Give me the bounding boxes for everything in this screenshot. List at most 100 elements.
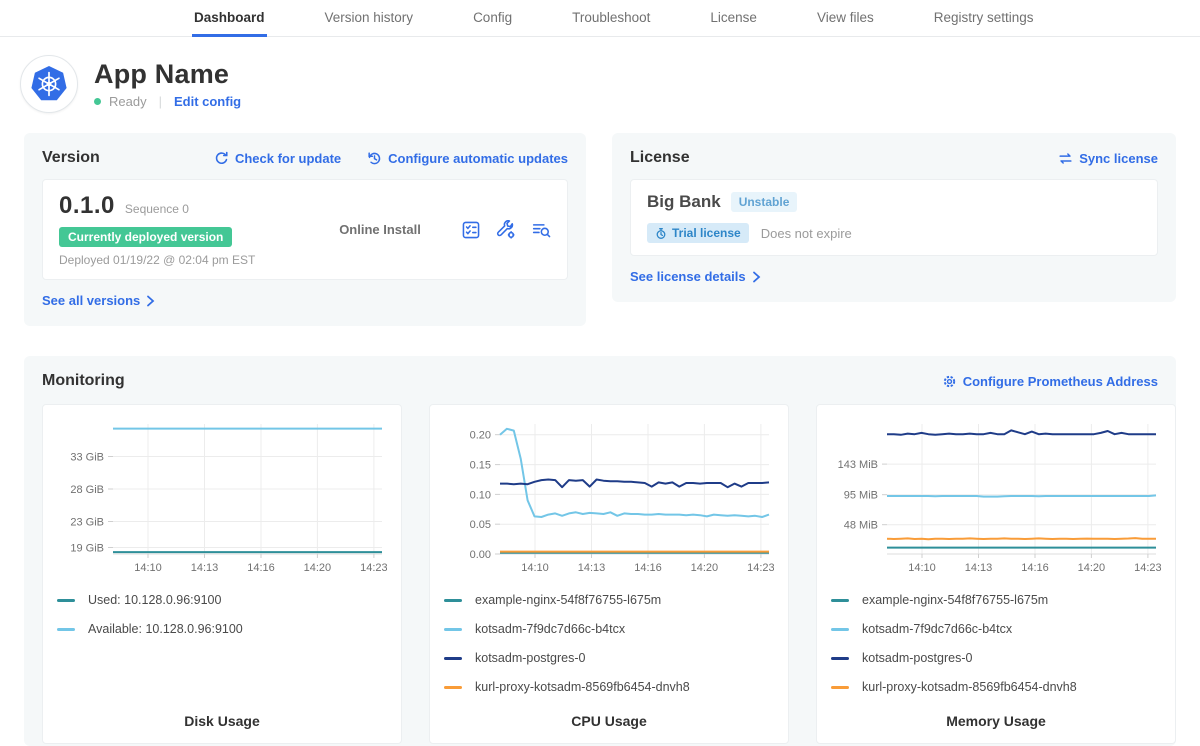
refresh-icon (214, 151, 229, 166)
tab-registry-settings[interactable]: Registry settings (932, 0, 1036, 37)
svg-text:33 GiB: 33 GiB (70, 452, 104, 464)
license-heading: License (630, 149, 690, 167)
svg-text:14:13: 14:13 (965, 562, 993, 574)
chart-card-cpu-usage: 0.200.150.100.050.0014:1014:1314:1614:20… (429, 404, 789, 744)
tab-version-history[interactable]: Version history (323, 0, 416, 37)
version-card: Version Check for update (24, 133, 586, 326)
chart-card-disk-usage: 33 GiB 28 GiB 23 GiB 19 GiB 14:10 14:13 14:16 1… (42, 404, 402, 744)
app-logo (20, 55, 78, 113)
deployed-badge: Currently deployed version (59, 227, 232, 247)
tab-troubleshoot[interactable]: Troubleshoot (570, 0, 652, 37)
status-dot (94, 98, 101, 105)
deployed-timestamp: Deployed 01/19/22 @ 02:04 pm EST (59, 253, 299, 267)
svg-text:14:20: 14:20 (304, 562, 332, 574)
sync-arrows-icon (1058, 151, 1073, 166)
svg-text:14:20: 14:20 (1078, 562, 1106, 574)
svg-text:19 GiB: 19 GiB (70, 543, 104, 555)
license-customer-name: Big Bank (647, 192, 721, 212)
chart-card-memory-usage: 143 MiB95 MiB48 MiB14:1014:1314:1614:201… (816, 404, 1176, 744)
install-type: Online Install (299, 222, 461, 237)
status-text: Ready (109, 94, 147, 109)
svg-text:28 GiB: 28 GiB (70, 484, 104, 496)
version-number: 0.1.0 (59, 192, 115, 220)
legend-label: kotsadm-postgres-0 (475, 651, 585, 665)
svg-text:14:16: 14:16 (1021, 562, 1049, 574)
legend-label: example-nginx-54f8f76755-l675m (862, 593, 1048, 607)
svg-text:0.20: 0.20 (470, 430, 491, 442)
svg-text:23 GiB: 23 GiB (70, 517, 104, 529)
svg-text:0.05: 0.05 (470, 519, 491, 531)
check-for-update-link[interactable]: Check for update (214, 151, 341, 166)
legend-item: kurl-proxy-kotsadm-8569fb6454-dnvh8 (444, 680, 774, 694)
monitoring-card: Monitoring Configure Prometheus Address … (24, 356, 1176, 746)
svg-text:14:13: 14:13 (191, 562, 219, 574)
version-heading: Version (42, 149, 100, 167)
charts-row: 33 GiB 28 GiB 23 GiB 19 GiB 14:10 14:13 14:16 1… (42, 404, 1158, 744)
legend-label: kurl-proxy-kotsadm-8569fb6454-dnvh8 (475, 680, 690, 694)
legend-item: Used: 10.128.0.96:9100 (57, 593, 387, 607)
legend-label: Available: 10.128.0.96:9100 (88, 622, 243, 636)
legend-item: kurl-proxy-kotsadm-8569fb6454-dnvh8 (831, 680, 1161, 694)
legend-item: example-nginx-54f8f76755-l675m (831, 593, 1161, 607)
svg-text:14:23: 14:23 (360, 562, 387, 574)
top-navigation: Dashboard Version history Config Troublesho… (0, 0, 1200, 37)
edit-config-link[interactable]: Edit config (174, 94, 241, 109)
tab-view-files[interactable]: View files (815, 0, 876, 37)
license-details-row: Big Bank Unstable Trial license Does not… (630, 179, 1158, 256)
tab-license[interactable]: License (708, 0, 759, 37)
svg-text:14:16: 14:16 (247, 562, 275, 574)
chart-legend: example-nginx-54f8f76755-l675m kotsadm-7f… (444, 593, 774, 709)
legend-label: kotsadm-7f9dc7d66c-b4tcx (862, 622, 1012, 636)
stopwatch-icon (655, 227, 667, 240)
legend-item: Available: 10.128.0.96:9100 (57, 622, 387, 636)
svg-text:0.10: 0.10 (470, 489, 491, 501)
sync-license-link[interactable]: Sync license (1058, 151, 1158, 166)
config-wrench-icon[interactable] (496, 220, 516, 240)
gear-icon (942, 374, 957, 389)
svg-text:143 MiB: 143 MiB (838, 459, 878, 471)
app-header: App Name Ready | Edit config (0, 37, 1200, 119)
legend-item: kotsadm-7f9dc7d66c-b4tcx (831, 622, 1161, 636)
tab-config[interactable]: Config (471, 0, 514, 37)
legend-swatch (831, 599, 849, 602)
divider: | (159, 94, 162, 109)
svg-text:0.15: 0.15 (470, 460, 491, 472)
tab-dashboard[interactable]: Dashboard (192, 0, 267, 37)
version-sequence: Sequence 0 (125, 202, 189, 216)
chart-legend: Used: 10.128.0.96:9100 Available: 10.128.… (57, 593, 387, 651)
clock-refresh-icon (367, 151, 382, 166)
see-license-details-link[interactable]: See license details (630, 269, 761, 284)
legend-label: kurl-proxy-kotsadm-8569fb6454-dnvh8 (862, 680, 1077, 694)
configure-automatic-updates-link[interactable]: Configure automatic updates (367, 151, 568, 166)
legend-label: kotsadm-postgres-0 (862, 651, 972, 665)
legend-swatch (831, 628, 849, 631)
preflight-checks-icon[interactable] (461, 220, 481, 240)
chart-title: Memory Usage (831, 713, 1161, 733)
configure-prometheus-link[interactable]: Configure Prometheus Address (942, 374, 1158, 389)
legend-label: kotsadm-7f9dc7d66c-b4tcx (475, 622, 625, 636)
legend-swatch (831, 686, 849, 689)
kubernetes-icon (29, 64, 69, 104)
svg-text:14:23: 14:23 (747, 562, 774, 574)
chart-plot: 143 MiB95 MiB48 MiB14:1014:1314:1614:201… (831, 417, 1161, 579)
legend-label: example-nginx-54f8f76755-l675m (475, 593, 661, 607)
legend-swatch (444, 657, 462, 660)
channel-badge: Unstable (731, 192, 798, 212)
legend-swatch (444, 599, 462, 602)
chart-plot: 33 GiB 28 GiB 23 GiB 19 GiB 14:10 14:13 14:16 1… (57, 417, 387, 579)
svg-text:14:13: 14:13 (578, 562, 606, 574)
svg-text:14:20: 14:20 (691, 562, 719, 574)
svg-text:14:23: 14:23 (1134, 562, 1161, 574)
monitoring-heading: Monitoring (42, 372, 125, 390)
legend-label: Used: 10.128.0.96:9100 (88, 593, 221, 607)
legend-swatch (444, 686, 462, 689)
legend-swatch (57, 628, 75, 631)
deploy-logs-icon[interactable] (531, 220, 551, 240)
chart-title: Disk Usage (57, 713, 387, 733)
chart-plot: 0.200.150.100.050.0014:1014:1314:1614:20… (444, 417, 774, 579)
license-expiry: Does not expire (761, 226, 852, 241)
see-all-versions-link[interactable]: See all versions (42, 293, 155, 308)
svg-text:14:10: 14:10 (134, 562, 162, 574)
license-card: License Sync license Big Bank Unstable (612, 133, 1176, 302)
chart-legend: example-nginx-54f8f76755-l675m kotsadm-7f… (831, 593, 1161, 709)
